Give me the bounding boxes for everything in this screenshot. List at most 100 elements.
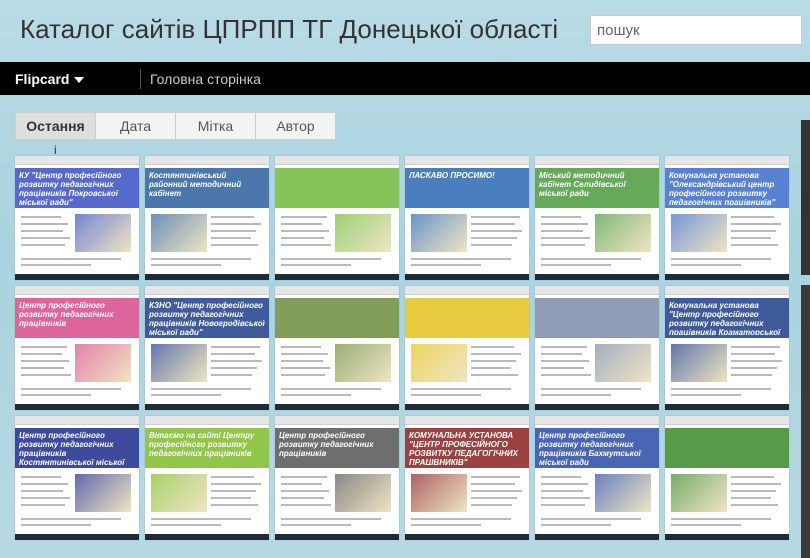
tab-author[interactable]: Автор — [255, 112, 336, 140]
thumbnail-text-line — [21, 223, 68, 225]
thumbnail-text-line — [471, 230, 522, 232]
tab-latest[interactable]: Остання — [15, 112, 96, 140]
browser-bar — [145, 286, 269, 295]
thumbnail-image — [335, 214, 391, 252]
thumbnail-headline: Міський методичний кабінет Селидівської … — [539, 171, 626, 198]
thumbnail-text-line — [541, 504, 585, 506]
taskbar — [405, 534, 529, 540]
browser-bar — [535, 156, 659, 165]
thumbnail-image — [595, 474, 651, 512]
tab-marker: i — [54, 143, 57, 157]
taskbar — [275, 404, 399, 410]
site-thumbnail-card[interactable] — [405, 286, 529, 410]
site-thumbnail-card[interactable]: Міський методичний кабінет Селидівської … — [535, 156, 659, 280]
thumbnail-text-line — [541, 483, 588, 485]
caret-down-icon — [74, 76, 85, 83]
thumbnail-text-line — [411, 394, 481, 396]
thumbnail-headline: Комунальна установа "Центр професійного … — [669, 301, 781, 335]
thumbnail-text-line — [411, 258, 511, 260]
thumbnail-banner — [275, 298, 399, 338]
thumbnail-text-line — [471, 244, 512, 246]
thumbnail-text-line — [731, 216, 774, 218]
site-thumbnail-card[interactable]: КУ "Центр професійного розвитку педагогі… — [15, 156, 139, 280]
site-thumbnail-card[interactable] — [665, 416, 789, 540]
thumbnail-text-line — [281, 264, 351, 266]
top-navbar: Flipcard Головна сторінка — [0, 62, 810, 95]
site-thumbnail-card[interactable]: КОМУНАЛЬНА УСТАНОВА "ЦЕНТР ПРОФЕСІЙНОГО … — [405, 416, 529, 540]
tab-label[interactable]: Мітка — [175, 112, 256, 140]
thumbnail-text-line — [21, 237, 70, 239]
taskbar — [665, 404, 789, 410]
thumbnail-text-line — [731, 346, 780, 348]
thumbnail-text-line — [541, 230, 583, 232]
thumbnail-headline: Вітаємо на сайті Центру професійного роз… — [149, 431, 255, 458]
thumbnail-text-line — [541, 223, 588, 225]
browser-bar — [145, 416, 269, 425]
site-thumbnail-card[interactable] — [535, 286, 659, 410]
thumbnail-text-line — [21, 346, 67, 348]
site-thumbnail-card[interactable]: КЗНО "Центр професійного розвитку педаго… — [145, 286, 269, 410]
thumbnail-text-line — [671, 388, 771, 390]
side-scroll-handle[interactable] — [801, 120, 810, 275]
taskbar — [405, 404, 529, 410]
thumbnail-text-line — [541, 346, 587, 348]
taskbar — [15, 274, 139, 280]
thumbnail-text-line — [21, 490, 63, 492]
thumbnail-text-line — [211, 346, 260, 348]
thumbnail-text-line — [731, 244, 778, 246]
thumbnail-text-line — [731, 483, 781, 485]
taskbar — [665, 274, 789, 280]
taskbar — [275, 534, 399, 540]
thumbnail-text-line — [21, 524, 91, 526]
thumbnail-text-line — [471, 353, 521, 355]
thumbnail-text-line — [731, 367, 777, 369]
site-thumbnail-card[interactable]: Центр професійного розвитку педагогічних… — [275, 416, 399, 540]
thumbnail-text-line — [471, 360, 516, 362]
thumbnail-text-line — [211, 223, 261, 225]
view-switcher-dropdown[interactable]: Flipcard — [15, 71, 85, 87]
view-switcher-label: Flipcard — [15, 71, 70, 87]
thumbnail-text-line — [21, 388, 121, 390]
thumbnail-text-line — [21, 244, 65, 246]
site-thumbnail-card[interactable]: Центр професійного розвитку педагогічних… — [15, 286, 139, 410]
thumbnail-text-line — [281, 388, 381, 390]
thumbnail-text-line — [471, 374, 518, 376]
taskbar — [535, 534, 659, 540]
site-thumbnail-card[interactable]: Центр професійного розвитку педагогічних… — [15, 416, 139, 540]
taskbar — [15, 534, 139, 540]
blog-title[interactable]: Каталог сайтів ЦПРПП ТГ Донецької област… — [20, 14, 568, 45]
site-thumbnail-card[interactable]: Вітаємо на сайті Центру професійного роз… — [145, 416, 269, 540]
nav-home-link[interactable]: Головна сторінка — [150, 71, 261, 87]
thumbnail-headline: КУ "Центр професійного розвитку педагогі… — [19, 171, 122, 205]
thumbnail-image — [151, 214, 207, 252]
thumbnail-text-line — [281, 258, 381, 260]
site-thumbnail-card[interactable]: Центр професійного розвитку педагогічних… — [535, 416, 659, 540]
thumbnail-text-line — [21, 518, 121, 520]
thumbnail-text-line — [281, 504, 331, 506]
thumbnail-text-line — [211, 483, 261, 485]
thumbnail-image — [411, 474, 467, 512]
site-thumbnail-card[interactable] — [275, 286, 399, 410]
site-thumbnail-card[interactable]: Костянтинівський районний методичний каб… — [145, 156, 269, 280]
site-thumbnail-card[interactable]: Комунальна установа "Центр професійного … — [665, 286, 789, 410]
thumbnail-image — [151, 474, 207, 512]
thumbnail-text-line — [471, 504, 512, 506]
thumbnail-text-line — [731, 504, 778, 506]
thumbnail-image — [671, 474, 727, 512]
thumbnail-headline: КЗНО "Центр професійного розвитку педаго… — [149, 301, 265, 335]
site-thumbnail-card[interactable]: ЛАСКАВО ПРОСИМО! — [405, 156, 529, 280]
site-thumbnail-card[interactable]: Комунальна установа "Олександрівський це… — [665, 156, 789, 280]
thumbnail-text-line — [211, 476, 254, 478]
thumbnail-text-line — [281, 367, 330, 369]
thumbnail-text-line — [541, 490, 583, 492]
flipcard-grid: КУ "Центр професійного розвитку педагогі… — [15, 156, 810, 558]
site-thumbnail-card[interactable] — [275, 156, 399, 280]
thumbnail-banner — [275, 168, 399, 208]
tab-date[interactable]: Дата — [95, 112, 176, 140]
thumbnail-text-line — [541, 367, 584, 369]
thumbnail-text-line — [471, 346, 514, 348]
search-input[interactable] — [590, 15, 802, 45]
browser-bar — [15, 156, 139, 165]
browser-bar — [405, 286, 529, 295]
thumbnail-text-line — [281, 216, 327, 218]
